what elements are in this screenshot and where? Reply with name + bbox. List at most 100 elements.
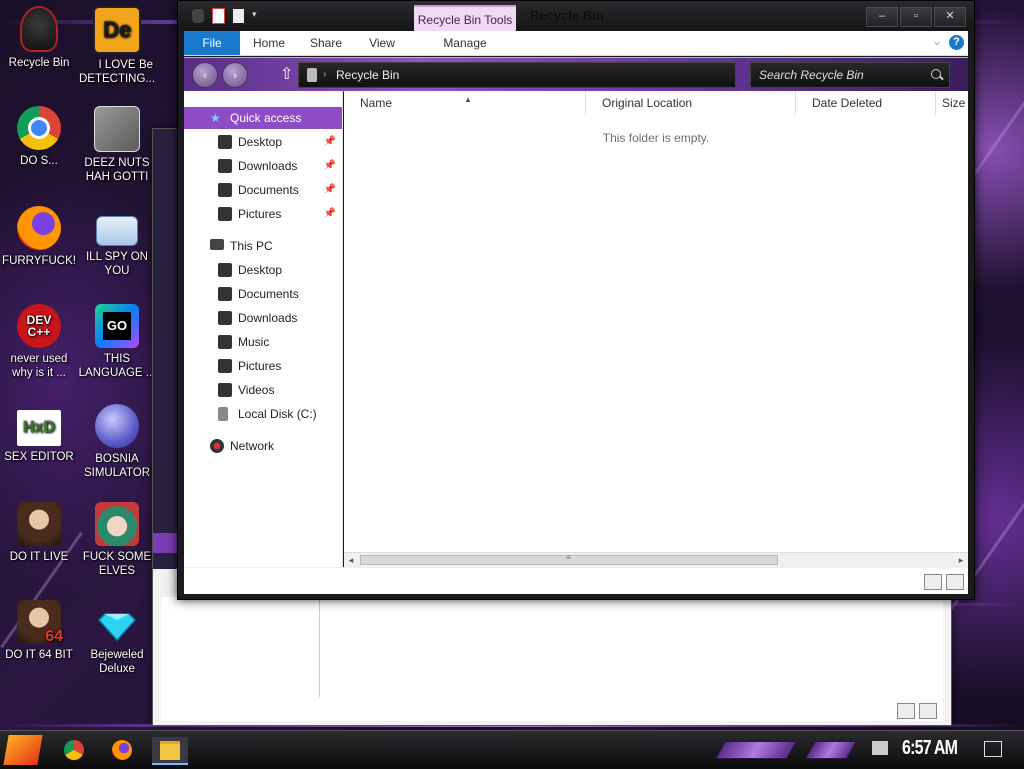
desktop-icon-dev-cpp[interactable]: DEV C++ never used why is it ... xyxy=(0,304,78,380)
taskbar-file-explorer-icon[interactable] xyxy=(152,737,188,765)
desktop-icon-goland[interactable]: GO THIS LANGUAGE ... xyxy=(78,304,156,380)
desktop-icon-detective[interactable]: De I LOVE DETECTING... xyxy=(78,6,156,86)
desktop-icon-do-it-64[interactable]: 64 DO IT 64 BIT xyxy=(0,600,78,662)
search-box[interactable]: Search Recycle Bin xyxy=(750,62,950,88)
breadcrumb-chevron-icon[interactable]: › xyxy=(323,63,326,87)
videos-folder-icon xyxy=(218,383,232,397)
search-placeholder: Search Recycle Bin xyxy=(759,68,864,82)
desktop-icon-chrome[interactable]: DO S... xyxy=(0,106,78,168)
nav-this-pc[interactable]: This PC xyxy=(184,235,342,257)
nav-quick-pictures[interactable]: Pictures 📌 xyxy=(184,203,342,225)
nav-pc-videos[interactable]: Videos xyxy=(184,379,342,401)
desktop-icon-firefox[interactable]: FURRYFUCK! xyxy=(0,206,78,268)
dev-cpp-icon: DEV C++ xyxy=(17,304,61,348)
column-header-date-deleted[interactable]: Date Deleted xyxy=(796,91,936,115)
desktop-icon-partial[interactable]: Be xyxy=(136,58,156,72)
nav-pc-local-disk[interactable]: Local Disk (C:) xyxy=(184,403,342,425)
desktop-icon-recycle-bin[interactable]: Recycle Bin xyxy=(0,6,78,70)
pictures-folder-icon xyxy=(218,359,232,373)
pin-icon[interactable]: 📌 xyxy=(324,203,336,225)
scrollbar-thumb[interactable]: ≡ xyxy=(360,553,778,565)
large-icons-view-icon[interactable] xyxy=(919,703,937,719)
recycle-bin-icon xyxy=(20,6,58,52)
nav-quick-access[interactable]: ★ Quick access xyxy=(184,107,342,129)
desktop-icon-deez-nuts[interactable]: DEEZ NUTS HAH GOTTI xyxy=(78,106,156,184)
close-button[interactable]: ✕ xyxy=(934,7,966,27)
desktop-icon-elves[interactable]: FUCK SOME ELVES xyxy=(78,502,156,578)
quick-access-toolbar: ▾ xyxy=(192,8,257,24)
tab-home[interactable]: Home xyxy=(248,31,290,55)
desktop-folder-icon xyxy=(218,135,232,149)
action-center-icon[interactable] xyxy=(984,741,1002,757)
detective-app-icon: De xyxy=(93,6,141,54)
tab-file[interactable]: File xyxy=(184,31,240,55)
pin-icon[interactable]: 📌 xyxy=(324,131,336,153)
tab-manage[interactable]: Manage xyxy=(436,31,494,55)
remote-desktop-icon xyxy=(96,216,138,246)
desktop-icon-spy[interactable]: ILL SPY ON YOU xyxy=(78,206,156,278)
breadcrumb-recycle-bin[interactable]: Recycle Bin xyxy=(336,63,399,87)
properties-icon[interactable] xyxy=(212,8,225,24)
taskbar-clock[interactable]: 6:57 AM xyxy=(902,737,958,760)
pin-icon[interactable]: 📌 xyxy=(324,155,336,177)
desktop-icon-bosnia[interactable]: BOSNIA SIMULATOR xyxy=(78,404,156,480)
column-header-size[interactable]: Size xyxy=(936,91,968,115)
details-view-icon[interactable] xyxy=(924,574,942,590)
recycle-bin-window[interactable]: ▾ Recycle Bin Tools Recycle Bin – ▫ ✕ Fi… xyxy=(177,0,975,600)
forward-button[interactable]: › xyxy=(222,62,248,88)
expand-ribbon-chevron-icon[interactable]: ⌄ xyxy=(932,34,942,48)
details-view-icon[interactable] xyxy=(897,703,915,719)
caption-buttons: – ▫ ✕ xyxy=(866,7,966,27)
nav-pc-documents[interactable]: Documents xyxy=(184,283,342,305)
new-folder-icon[interactable] xyxy=(233,9,244,23)
taskbar: 6:57 AM xyxy=(0,730,1024,769)
network-tray-icon[interactable] xyxy=(872,741,888,755)
minimize-button[interactable]: – xyxy=(866,7,898,27)
up-arrow-icon[interactable]: ⇧ xyxy=(280,64,293,84)
file-list[interactable]: Name ▲ Original Location Date Deleted Si… xyxy=(344,91,968,567)
pin-icon[interactable]: 📌 xyxy=(324,179,336,201)
nav-pc-desktop[interactable]: Desktop xyxy=(184,259,342,281)
portrait-64-icon: 64 xyxy=(17,600,63,645)
horizontal-scrollbar[interactable]: ◂ ≡ ▸ xyxy=(344,552,968,567)
nav-pc-pictures[interactable]: Pictures xyxy=(184,355,342,377)
tab-recycle-bin-tools[interactable]: Recycle Bin Tools xyxy=(414,5,516,31)
tab-view[interactable]: View xyxy=(362,31,402,55)
status-bar xyxy=(184,567,968,594)
scroll-left-icon[interactable]: ◂ xyxy=(344,553,358,567)
taskbar-decoration xyxy=(804,741,858,759)
desktop-folder-icon xyxy=(218,263,232,277)
nav-pc-downloads[interactable]: Downloads xyxy=(184,307,342,329)
navigation-bar: ‹ › ⇧ › Recycle Bin Search Recycle Bin xyxy=(184,57,968,93)
column-header-name[interactable]: Name ▲ xyxy=(344,91,586,115)
mine-icon xyxy=(95,404,139,448)
desktop-icon-hxd[interactable]: HxD SEX EDITOR xyxy=(0,406,78,464)
desktop-icon-bejeweled[interactable]: Bejeweled Deluxe xyxy=(78,600,156,676)
customize-toolbar-chevron-icon[interactable]: ▾ xyxy=(252,9,257,23)
maximize-button[interactable]: ▫ xyxy=(900,7,932,27)
documents-folder-icon xyxy=(218,287,232,301)
nav-quick-desktop[interactable]: Desktop 📌 xyxy=(184,131,342,153)
title-bar[interactable]: ▾ Recycle Bin Tools Recycle Bin – ▫ ✕ xyxy=(178,1,974,31)
nav-quick-downloads[interactable]: Downloads 📌 xyxy=(184,155,342,177)
taskbar-chrome-icon[interactable] xyxy=(60,737,88,763)
nav-network[interactable]: Network xyxy=(184,435,342,457)
start-icon[interactable] xyxy=(3,735,43,765)
taskbar-firefox-icon[interactable] xyxy=(108,737,136,763)
large-icons-view-icon[interactable] xyxy=(946,574,964,590)
scroll-right-icon[interactable]: ▸ xyxy=(954,553,968,567)
desktop-icon-do-it-live[interactable]: DO IT LIVE xyxy=(0,502,78,564)
help-icon[interactable]: ? xyxy=(949,35,964,50)
empty-folder-message: This folder is empty. xyxy=(602,131,710,145)
background-window-view-buttons xyxy=(897,703,937,719)
back-button[interactable]: ‹ xyxy=(192,62,218,88)
documents-folder-icon xyxy=(218,183,232,197)
column-header-original-location[interactable]: Original Location xyxy=(586,91,796,115)
address-bar[interactable]: › Recycle Bin xyxy=(298,62,736,88)
chrome-icon xyxy=(17,106,61,150)
ribbon-tabs: File Home Share View Manage ⌄ ? xyxy=(184,31,968,56)
nav-quick-documents[interactable]: Documents 📌 xyxy=(184,179,342,201)
tab-share[interactable]: Share xyxy=(304,31,348,55)
computer-icon xyxy=(210,239,224,250)
nav-pc-music[interactable]: Music xyxy=(184,331,342,353)
